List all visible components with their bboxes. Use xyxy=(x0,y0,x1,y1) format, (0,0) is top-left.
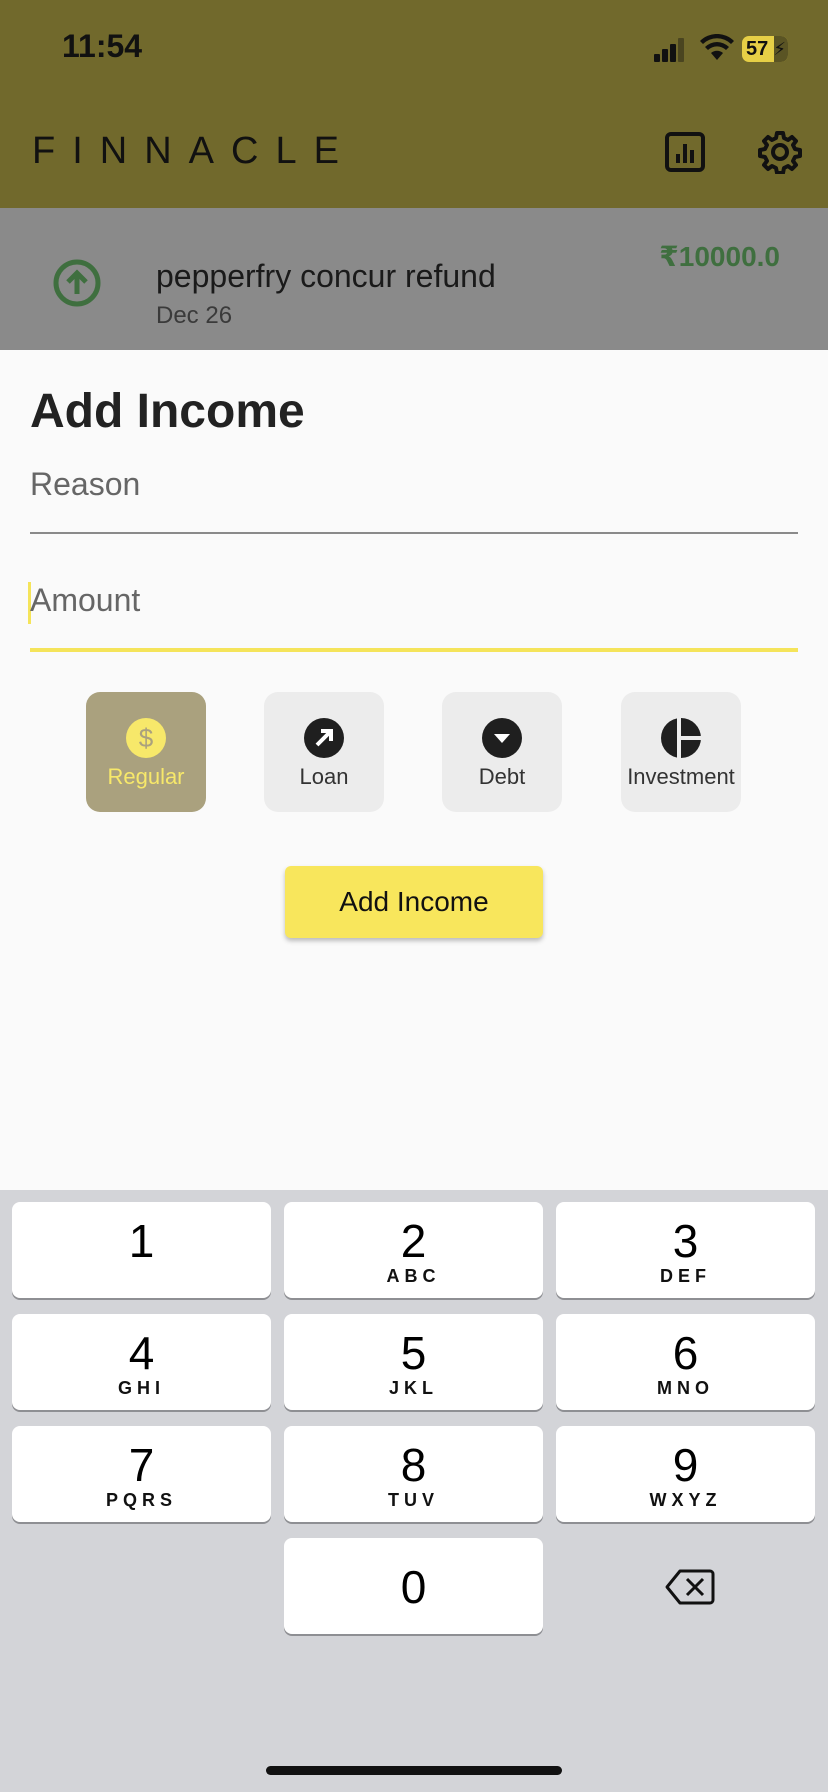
amount-underline xyxy=(30,648,798,652)
transaction-title: pepperfry concur refund xyxy=(156,258,496,294)
status-time: 11:54 xyxy=(62,28,143,64)
category-label: Investment xyxy=(627,764,735,789)
key-3[interactable]: 3 DEF xyxy=(556,1202,815,1298)
key-9[interactable]: 9 WXYZ xyxy=(556,1426,815,1522)
battery-level: 57 xyxy=(746,38,769,60)
key-digit: 1 xyxy=(128,1215,155,1267)
caret-down-icon xyxy=(482,718,522,758)
dollar-icon: $ xyxy=(126,718,166,758)
key-2[interactable]: 2 ABC xyxy=(284,1202,543,1298)
key-7[interactable]: 7 PQRS xyxy=(12,1426,271,1522)
key-letters: MNO xyxy=(657,1378,714,1398)
key-8[interactable]: 8 TUV xyxy=(284,1426,543,1522)
category-regular[interactable]: $ Regular xyxy=(86,692,206,812)
cellular-signal-icon xyxy=(654,38,688,62)
home-indicator[interactable] xyxy=(266,1766,562,1775)
category-label: Loan xyxy=(299,764,349,789)
amount-placeholder: Amount xyxy=(30,582,141,618)
pie-chart-icon xyxy=(661,718,701,758)
arrow-up-right-icon xyxy=(304,718,344,758)
key-digit: 2 xyxy=(400,1215,427,1267)
key-digit: 7 xyxy=(128,1439,155,1491)
category-investment[interactable]: Investment xyxy=(621,692,741,812)
key-letters: DEF xyxy=(660,1266,711,1286)
backspace-icon[interactable] xyxy=(665,1568,715,1606)
reason-underline xyxy=(30,532,798,534)
app-header: 11:54 57 ⚡ FINNACLE xyxy=(0,0,828,208)
key-0[interactable]: 0 xyxy=(284,1538,543,1634)
key-letters: TUV xyxy=(388,1490,439,1510)
income-arrow-up-icon xyxy=(53,259,101,307)
transaction-date: Dec 26 xyxy=(156,302,233,329)
key-letters: JKL xyxy=(388,1378,438,1398)
key-4[interactable]: 4 GHI xyxy=(12,1314,271,1410)
reason-placeholder: Reason xyxy=(30,466,141,502)
key-digit: 6 xyxy=(672,1327,699,1379)
key-digit: 4 xyxy=(128,1327,155,1379)
key-digit: 0 xyxy=(400,1561,427,1613)
sheet-title: Add Income xyxy=(30,385,305,438)
key-letters: PQRS xyxy=(105,1490,177,1510)
key-digit: 9 xyxy=(672,1439,699,1491)
transaction-amount: ₹10000.0 xyxy=(659,241,780,272)
key-digit: 5 xyxy=(400,1327,427,1379)
add-income-sheet: Add Income Reason Amount $ Regular Loan … xyxy=(0,350,828,1190)
category-label: Regular xyxy=(107,764,185,789)
key-1[interactable]: 1 xyxy=(12,1202,271,1298)
key-digit: 8 xyxy=(400,1439,427,1491)
category-debt[interactable]: Debt xyxy=(442,692,562,812)
wifi-icon xyxy=(700,34,734,60)
key-letters: GHI xyxy=(117,1378,165,1398)
key-5[interactable]: 5 JKL xyxy=(284,1314,543,1410)
svg-text:$: $ xyxy=(139,723,154,753)
battery-icon: 57 ⚡ xyxy=(742,36,788,62)
amount-field[interactable]: Amount xyxy=(28,564,798,652)
key-letters: WXYZ xyxy=(649,1490,722,1510)
settings-gear-icon[interactable] xyxy=(758,130,802,174)
app-title: FINNACLE xyxy=(32,130,356,172)
category-loan[interactable]: Loan xyxy=(264,692,384,812)
key-6[interactable]: 6 MNO xyxy=(556,1314,815,1410)
key-letters: ABC xyxy=(386,1266,441,1286)
status-bar: 11:54 57 ⚡ xyxy=(0,0,828,100)
key-digit: 3 xyxy=(672,1215,699,1267)
stats-icon[interactable] xyxy=(663,130,707,174)
reason-field[interactable]: Reason xyxy=(30,450,798,534)
add-income-button[interactable]: Add Income xyxy=(285,866,543,938)
category-label: Debt xyxy=(478,764,526,789)
